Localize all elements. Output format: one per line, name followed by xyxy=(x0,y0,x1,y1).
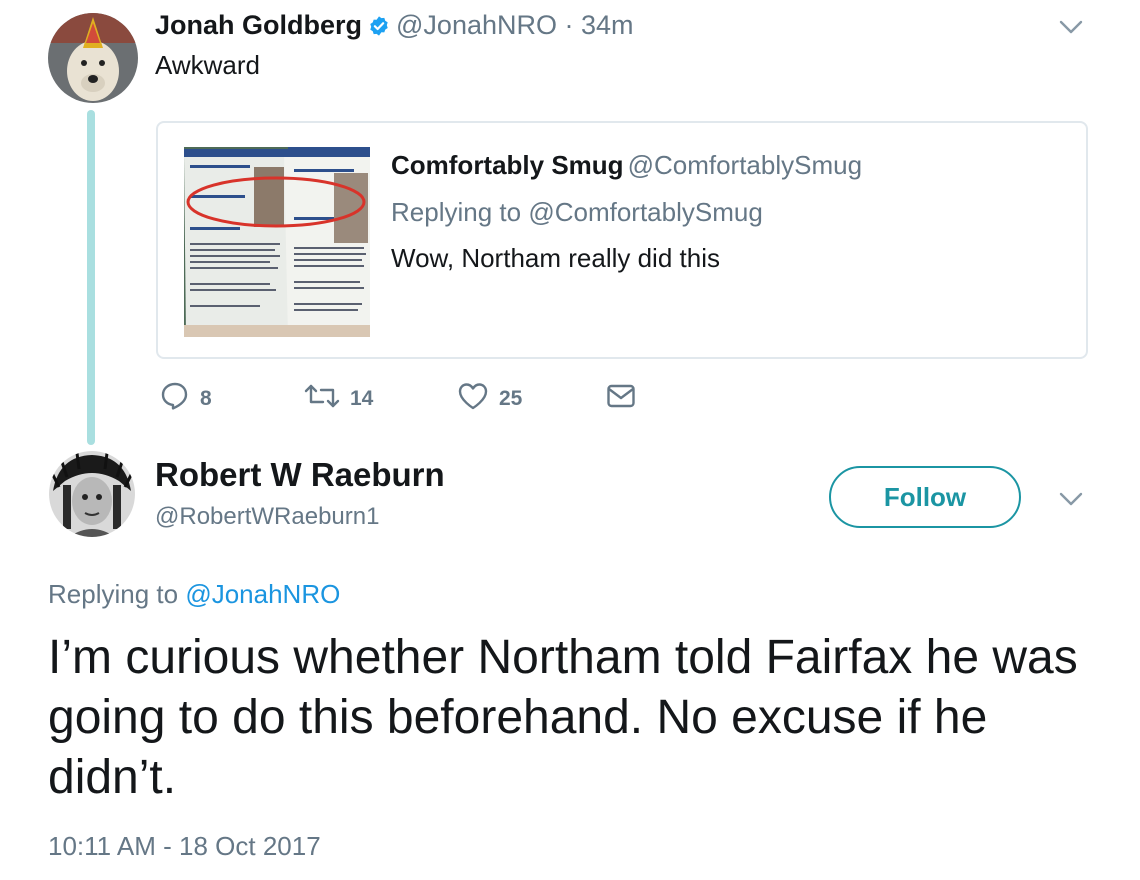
reply-icon xyxy=(160,381,190,417)
retweet-count: 14 xyxy=(350,387,374,410)
verified-icon xyxy=(368,13,390,44)
retweet-action[interactable]: 14 xyxy=(304,384,373,414)
retweet-icon xyxy=(304,381,340,417)
chevron-down-icon[interactable] xyxy=(1058,14,1084,40)
like-icon xyxy=(457,381,489,417)
like-action[interactable]: 25 xyxy=(457,381,523,417)
replying-prefix: Replying to xyxy=(48,579,186,609)
quoted-author-name[interactable]: Comfortably Smug xyxy=(391,150,624,180)
reply-action[interactable]: 8 xyxy=(160,381,212,417)
tweet-text: Awkward xyxy=(155,50,261,80)
thread-connector xyxy=(87,110,95,445)
follow-button[interactable]: Follow xyxy=(829,466,1021,528)
quoted-author-handle[interactable]: @ComfortablySmug xyxy=(628,150,862,180)
quoted-replying-to: Replying to @ComfortablySmug xyxy=(391,197,763,228)
author-name[interactable]: Jonah Goldberg xyxy=(155,10,362,40)
quoted-tweet-text: Wow, Northam really did this xyxy=(391,243,720,273)
replying-handle[interactable]: @ComfortablySmug xyxy=(528,197,762,227)
author-handle[interactable]: @JonahNRO xyxy=(396,10,557,40)
message-icon xyxy=(606,381,636,417)
replying-prefix: Replying to xyxy=(391,197,529,227)
tweet-time[interactable]: · 34m xyxy=(557,10,634,40)
reply-author-handle[interactable]: @RobertWRaeburn1 xyxy=(155,503,379,531)
like-count: 25 xyxy=(499,387,523,410)
tweet-timestamp[interactable]: 10:11 AM - 18 Oct 2017 xyxy=(48,831,321,862)
reply-count: 8 xyxy=(200,387,212,410)
avatar-jonah[interactable] xyxy=(48,13,138,103)
reply-chevron-down-icon[interactable] xyxy=(1058,486,1084,512)
replying-to: Replying to @JonahNRO xyxy=(48,579,340,610)
quoted-tweet-image[interactable] xyxy=(184,147,370,337)
quoted-author-line: Comfortably Smug @ComfortablySmug xyxy=(391,150,862,181)
quoted-tweet[interactable]: Comfortably Smug @ComfortablySmug Replyin… xyxy=(156,121,1088,359)
replying-handle[interactable]: @JonahNRO xyxy=(185,579,340,609)
reply-tweet-text: I’m curious whether Northam told Fairfax… xyxy=(48,631,1078,804)
avatar-robert[interactable] xyxy=(49,451,135,537)
tweet-author-line: Jonah Goldberg @JonahNRO · 34m xyxy=(155,10,634,44)
message-action[interactable] xyxy=(606,384,636,414)
reply-author-name[interactable]: Robert W Raeburn xyxy=(155,456,445,494)
